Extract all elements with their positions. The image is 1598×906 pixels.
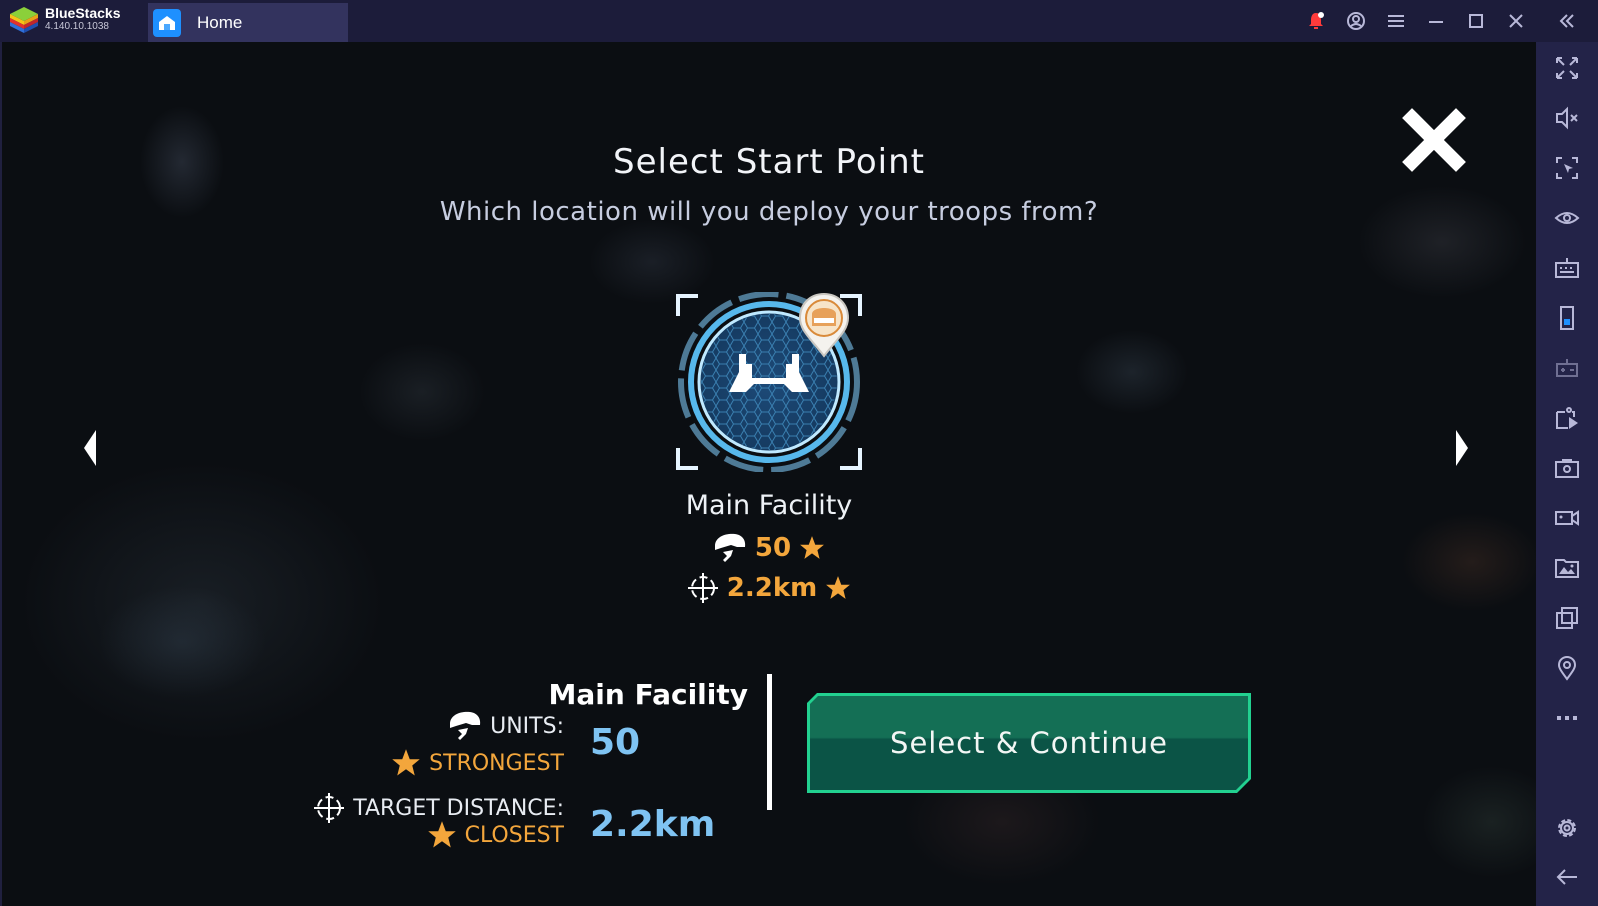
location-icon[interactable] [1536,648,1598,688]
account-icon[interactable] [1336,0,1376,42]
strongest-badge: STRONGEST [332,748,564,778]
settings-icon[interactable] [1536,808,1598,848]
app-brand: BlueStacks 4.140.10.1038 [45,5,121,33]
media-folder-icon[interactable] [1536,548,1598,588]
helmet-icon [714,533,746,562]
game-viewport: Select Start Point Which location will y… [2,42,1536,906]
collapse-sidebar-icon[interactable] [1536,0,1598,42]
volume-mute-icon[interactable] [1536,98,1598,138]
right-sidebar [1536,42,1598,906]
select-continue-button[interactable]: Select & Continue [807,693,1251,793]
target-distance-label: TARGET DISTANCE: [353,795,564,821]
close-dialog-icon[interactable] [1402,108,1466,172]
location-units-row: 50 [2,532,1536,564]
units-label: UNITS: [490,713,564,739]
closest-label: CLOSEST [464,822,564,848]
closest-badge: CLOSEST [332,820,564,850]
distance-value: 2.2km [590,804,716,845]
record-video-icon[interactable] [1536,498,1598,538]
titlebar-controls [1296,0,1598,42]
eye-icon[interactable] [1536,198,1598,238]
next-location-arrow-icon[interactable] [1450,428,1470,468]
location-units-value: 50 [754,533,792,563]
location-distance-row: 2.2km [2,572,1536,604]
main-facility-icon[interactable] [674,292,864,472]
notification-bell-icon[interactable] [1296,0,1336,42]
location-distance-value: 2.2km [726,573,818,603]
star-icon [427,821,456,848]
star-icon [800,536,825,559]
crosshair-icon [687,573,718,603]
gamepad-icon[interactable] [1536,348,1598,388]
helmet-icon [450,711,481,740]
units-value: 50 [590,722,641,763]
app-version: 4.140.10.1038 [45,21,109,32]
page-subtitle: Which location will you deploy your troo… [439,197,1099,227]
select-continue-label: Select & Continue [810,696,1248,790]
install-apk-icon[interactable] [1536,398,1598,438]
tab-home[interactable]: Home [148,3,348,42]
strongest-label: STRONGEST [429,750,564,776]
page-title: Select Start Point [613,142,925,182]
maximize-icon[interactable] [1456,0,1496,42]
screenshot-icon[interactable] [1536,448,1598,488]
lock-cursor-icon[interactable] [1536,148,1598,188]
divider [767,674,772,810]
close-icon[interactable] [1496,0,1536,42]
star-icon [826,576,851,599]
more-icon[interactable] [1536,698,1598,738]
menu-icon[interactable] [1376,0,1416,42]
app-name: BlueStacks [45,5,121,21]
previous-location-arrow-icon[interactable] [82,428,102,468]
multi-instance-icon[interactable] [1536,598,1598,638]
minimize-icon[interactable] [1416,0,1456,42]
title-bar: BlueStacks 4.140.10.1038 Home New Earth [0,0,1598,906]
home-icon [153,8,181,37]
portrait-mode-icon[interactable] [1536,298,1598,338]
fullscreen-icon[interactable] [1536,48,1598,88]
units-label-row: UNITS: [332,710,564,742]
location-name: Main Facility [685,490,853,521]
star-icon [392,749,420,776]
keyboard-icon[interactable] [1536,248,1598,288]
bluestacks-logo-icon [10,7,38,33]
tab-home-label: Home [197,12,243,32]
bluestacks-window: BlueStacks 4.140.10.1038 Home New Earth [0,0,1598,906]
details-title: Main Facility [548,678,748,711]
back-icon[interactable] [1536,857,1598,897]
